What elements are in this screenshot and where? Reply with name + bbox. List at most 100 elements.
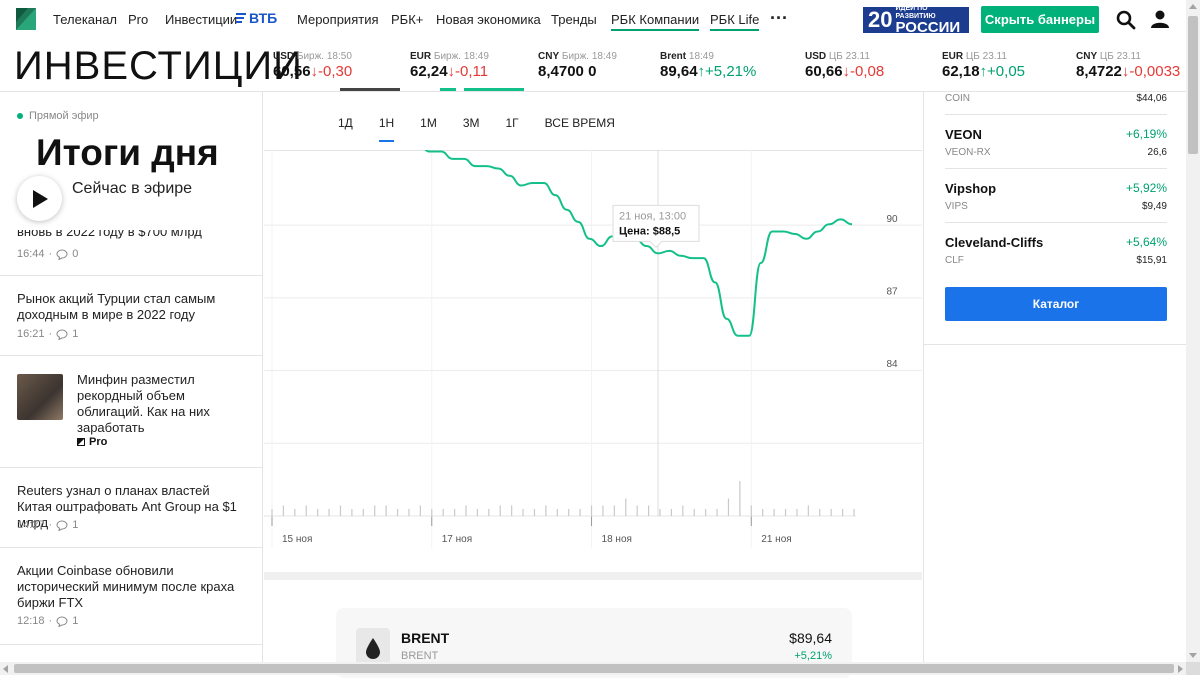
nav-item-rbc-companies[interactable]: РБК Компании — [611, 12, 700, 31]
quote-value: 89,64 — [660, 63, 698, 80]
comment-icon — [56, 328, 68, 340]
tab-3m[interactable]: 3М — [463, 116, 480, 142]
stock-price: $9,49 — [1141, 201, 1167, 212]
news-item[interactable]: Рынок акций Турции стал самым доходным в… — [0, 276, 262, 356]
quote-arrow: ↓ — [447, 63, 456, 80]
news-headline[interactable]: Минфин разместил рекордный объем облигац… — [77, 372, 227, 436]
nav-item-new-economy[interactable]: Новая экономика — [436, 12, 541, 27]
quote-name: CNY — [538, 51, 560, 62]
user-icon[interactable] — [1150, 9, 1170, 29]
vtb-logo[interactable]: ВТБ — [236, 10, 277, 26]
live-show-title[interactable]: Итоги дня — [36, 132, 219, 174]
section-divider — [264, 572, 922, 580]
quote-cny-exchange[interactable]: CNY Бирж. 18:49 8,4700 0 — [538, 51, 617, 80]
quote-change: +5,21% — [705, 63, 757, 80]
scroll-up-icon[interactable] — [1189, 4, 1197, 9]
live-label-text: Прямой эфир — [29, 110, 99, 122]
hide-banners-button[interactable]: Скрыть баннеры — [981, 6, 1099, 33]
nav-item-rbc-plus[interactable]: РБК+ — [391, 12, 423, 27]
brent-ticker: BRENT — [401, 650, 439, 662]
quote-arrow: ↑ — [979, 63, 988, 80]
catalog-button[interactable]: Каталог — [945, 287, 1167, 321]
quote-eur-cb[interactable]: EUR ЦБ 23.11 62,18↑+0,05 — [942, 51, 1025, 80]
news-item[interactable]: 16:44 · 0 — [0, 240, 262, 276]
x-tick-label: 15 ноя — [282, 534, 312, 545]
scroll-left-icon[interactable] — [3, 665, 8, 673]
scrollbar-thumb[interactable] — [1188, 16, 1198, 154]
price-chart[interactable]: 93 90 87 84 15 ноя 17 ноя 18 ноя 21 ноя 21 ноя, … — [264, 150, 922, 560]
quote-name: USD — [805, 51, 827, 62]
news-item[interactable]: Акции Coinbase обновили исторический мин… — [0, 548, 262, 645]
investments-brand[interactable]: ИНВЕСТИЦИИ — [14, 44, 303, 89]
quote-change: -0,08 — [850, 63, 885, 80]
news-headline[interactable]: Рынок акций Турции стал самым доходным в… — [17, 291, 217, 323]
scroll-right-icon[interactable] — [1178, 665, 1183, 673]
divider — [945, 114, 1167, 115]
tab-1y[interactable]: 1Г — [506, 116, 519, 142]
news-item[interactable]: Минфин разместил рекордный объем облигац… — [0, 356, 262, 468]
quote-value: 60,66 — [805, 63, 843, 80]
nav-item-events[interactable]: Мероприятия — [297, 12, 379, 27]
clipped-chart-header — [340, 88, 524, 91]
left-news-column: Прямой эфир Итоги дня Сейчас в эфире вно… — [0, 92, 263, 662]
nav-item-tv[interactable]: Телеканал — [53, 12, 117, 27]
quote-source: Бирж. 18:49 — [433, 51, 489, 62]
brent-price: $89,64 — [789, 630, 832, 646]
rbc-logo-icon[interactable] — [16, 8, 36, 30]
stock-name: Vipshop — [945, 181, 997, 196]
tab-1w[interactable]: 1Н — [378, 116, 395, 142]
stock-name: VEON — [945, 127, 982, 142]
quote-cny-cb[interactable]: CNY ЦБ 23.11 8,4722↓-0,0033 — [1076, 51, 1186, 80]
news-comments: 0 — [72, 248, 79, 260]
tab-all-time[interactable]: ВСЕ ВРЕМЯ — [545, 116, 615, 142]
quote-value: 62,18 — [942, 63, 980, 80]
play-button[interactable] — [17, 176, 62, 221]
news-comments: 1 — [72, 519, 79, 531]
investments-header: ИНВЕСТИЦИИ USD Бирж. 18:50 60,56↓-0,30 E… — [0, 40, 1186, 92]
live-subtitle: Сейчас в эфире — [72, 180, 193, 197]
vertical-scrollbar[interactable] — [1186, 0, 1200, 662]
quote-usd-exchange[interactable]: USD Бирж. 18:50 60,56↓-0,30 — [273, 51, 352, 80]
banner-20-ideas[interactable]: 20 ИДЕЙ ПО РАЗВИТИЮ РОССИИ — [863, 5, 969, 36]
vtb-label: ВТБ — [249, 10, 278, 26]
clipped-headline[interactable]: вновь в 2022 году в $700 млрд — [17, 230, 202, 240]
nav-item-rbc-life[interactable]: РБК Life — [710, 12, 760, 31]
quote-name: EUR — [410, 51, 432, 62]
divider — [945, 222, 1167, 223]
stock-ticker: VIPS — [945, 201, 968, 212]
news-item[interactable]: Reuters узнал о планах властей Китая ошт… — [0, 468, 262, 548]
news-headline[interactable]: Акции Coinbase обновили исторический мин… — [17, 563, 242, 611]
tab-1m[interactable]: 1М — [420, 116, 437, 142]
quote-value: 8,4700 — [538, 63, 584, 80]
divider — [924, 344, 1187, 345]
search-icon[interactable] — [1116, 10, 1136, 30]
quote-change: +0,05 — [987, 63, 1026, 80]
x-tick-label: 18 ноя — [602, 534, 632, 545]
price-line — [424, 150, 853, 337]
y-tick-label: 87 — [886, 287, 898, 298]
quote-brent[interactable]: Brent 18:49 89,64↑+5,21% — [660, 51, 756, 80]
nav-item-pro[interactable]: Pro — [128, 12, 148, 27]
top-navigation: Телеканал Pro Инвестиции ВТБ Мероприятия… — [0, 0, 1186, 40]
y-tick-label: 84 — [886, 359, 898, 370]
brent-name: BRENT — [401, 630, 450, 646]
more-menu-icon[interactable]: ··· — [770, 8, 788, 29]
horizontal-scrollbar[interactable] — [0, 662, 1186, 675]
right-stocks-column: COIN $44,06 VEON VEON-RX +6,19% 26,6 Vip… — [923, 92, 1187, 662]
banner-number: 20 — [868, 7, 893, 32]
nav-item-investments[interactable]: Инвестиции — [165, 12, 237, 27]
comment-icon — [56, 248, 68, 260]
quote-source: Бирж. 18:49 — [561, 51, 617, 62]
banner-line2: РОССИИ — [895, 19, 961, 36]
quote-eur-exchange[interactable]: EUR Бирж. 18:49 62,24↓-0,11 — [410, 51, 489, 80]
quote-name: CNY — [1076, 51, 1098, 62]
scroll-down-icon[interactable] — [1189, 653, 1197, 658]
stock-price: $15,91 — [1136, 255, 1167, 266]
nav-item-trends[interactable]: Тренды — [551, 12, 597, 27]
news-comments: 1 — [72, 615, 79, 627]
news-thumbnail[interactable] — [17, 374, 63, 420]
quote-arrow: ↓ — [842, 63, 851, 80]
scrollbar-thumb[interactable] — [14, 664, 1174, 673]
tab-1d[interactable]: 1Д — [338, 116, 353, 142]
quote-usd-cb[interactable]: USD ЦБ 23.11 60,66↓-0,08 — [805, 51, 884, 80]
